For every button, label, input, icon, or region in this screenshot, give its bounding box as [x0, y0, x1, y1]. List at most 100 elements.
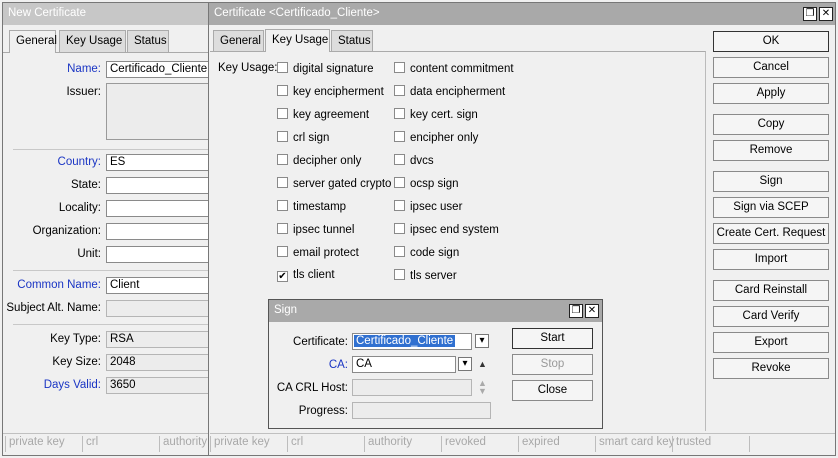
checkbox-box[interactable]: [394, 85, 405, 96]
restore-icon[interactable]: ❐: [803, 7, 817, 21]
status-expired: expired: [518, 436, 594, 452]
import-button[interactable]: Import: [713, 249, 829, 270]
checkbox-box[interactable]: [277, 223, 288, 234]
checkbox-email-protect[interactable]: email protect: [277, 246, 359, 259]
checkbox-content-commitment[interactable]: content commitment: [394, 62, 514, 75]
tab-key-usage[interactable]: Key Usage: [59, 30, 126, 52]
apply-button[interactable]: Apply: [713, 83, 829, 104]
locality-field[interactable]: [106, 200, 212, 217]
close-icon[interactable]: ✕: [585, 304, 599, 318]
revoke-button[interactable]: Revoke: [713, 358, 829, 379]
checkbox-encipher-only[interactable]: encipher only: [394, 131, 478, 144]
up-arrow-icon[interactable]: ▲: [478, 359, 487, 369]
checkbox-ipsec-tunnel[interactable]: ipsec tunnel: [277, 223, 354, 236]
subject-alt-name-field[interactable]: [106, 300, 212, 317]
checkbox-tls-server[interactable]: tls server: [394, 269, 457, 282]
issuer-field[interactable]: [106, 83, 212, 140]
certificate-select[interactable]: Certificado_Cliente: [352, 333, 472, 350]
checkbox-box[interactable]: [394, 177, 405, 188]
checkbox-box[interactable]: [277, 200, 288, 211]
remove-button[interactable]: Remove: [713, 140, 829, 161]
checkbox-box[interactable]: [394, 223, 405, 234]
card-verify-button[interactable]: Card Verify: [713, 306, 829, 327]
tab-general[interactable]: General: [9, 30, 57, 53]
common-name-field[interactable]: Client: [106, 277, 212, 294]
checkbox-timestamp[interactable]: timestamp: [277, 200, 346, 213]
copy-button[interactable]: Copy: [713, 114, 829, 135]
stop-button[interactable]: Stop: [512, 354, 593, 375]
card-reinstall-button[interactable]: Card Reinstall: [713, 280, 829, 301]
cancel-button[interactable]: Cancel: [713, 57, 829, 78]
progress-bar: [352, 402, 491, 419]
checkbox-box[interactable]: [277, 85, 288, 96]
checkbox-key-encipherment[interactable]: key encipherment: [277, 85, 384, 98]
checkbox-digital-signature[interactable]: digital signature: [277, 62, 374, 75]
key-size-field[interactable]: 2048: [106, 354, 212, 371]
restore-icon[interactable]: ❐: [569, 304, 583, 318]
sign-button[interactable]: Sign: [713, 171, 829, 192]
issuer-label: Issuer:: [66, 86, 101, 98]
checkbox-box[interactable]: [277, 154, 288, 165]
unit-field[interactable]: [106, 246, 212, 263]
checkbox-box[interactable]: [394, 131, 405, 142]
checkbox-key-cert-sign[interactable]: key cert. sign: [394, 108, 478, 121]
sign-via-scep-button[interactable]: Sign via SCEP: [713, 197, 829, 218]
divider: [13, 149, 211, 150]
ca-crl-host-field[interactable]: [352, 379, 472, 396]
left-status-bar: private key crl authority: [3, 433, 208, 453]
checkbox-tls-client[interactable]: ✔ tls client: [277, 269, 335, 282]
checkbox-ipsec-user[interactable]: ipsec user: [394, 200, 462, 213]
checkbox-label: timestamp: [293, 201, 347, 213]
progress-label: Progress:: [298, 405, 348, 417]
tab-status[interactable]: Status: [127, 30, 169, 52]
tab-status[interactable]: Status: [331, 30, 373, 52]
create-cert-request-button[interactable]: Create Cert. Request: [713, 223, 829, 244]
days-valid-field[interactable]: 3650: [106, 377, 212, 394]
checkbox-label: tls server: [410, 270, 457, 282]
checkbox-box[interactable]: [277, 246, 288, 257]
organization-field[interactable]: [106, 223, 212, 240]
checkbox-label: server gated crypto: [293, 178, 392, 190]
tab-key-usage[interactable]: Key Usage: [265, 29, 330, 52]
checkbox-key-agreement[interactable]: key agreement: [277, 108, 369, 121]
checkbox-server-gated-crypto[interactable]: server gated crypto: [277, 177, 391, 190]
checkbox-ocsp-sign[interactable]: ocsp sign: [394, 177, 459, 190]
checkbox-dvcs[interactable]: dvcs: [394, 154, 434, 167]
checkbox-decipher-only[interactable]: decipher only: [277, 154, 361, 167]
checkbox-box[interactable]: [277, 177, 288, 188]
checkbox-box[interactable]: [277, 131, 288, 142]
ca-select[interactable]: CA: [352, 356, 456, 373]
checkbox-data-encipherment[interactable]: data encipherment: [394, 85, 505, 98]
country-field[interactable]: ES: [106, 154, 212, 171]
name-field[interactable]: Certificado_Cliente: [106, 61, 212, 78]
checkbox-box[interactable]: [394, 108, 405, 119]
checkbox-box[interactable]: [394, 200, 405, 211]
status-trusted: trusted: [672, 436, 748, 452]
close-button[interactable]: Close: [512, 380, 593, 401]
checkbox-box[interactable]: [277, 62, 288, 73]
checkbox-crl-sign[interactable]: crl sign: [277, 131, 329, 144]
close-icon[interactable]: ✕: [819, 7, 833, 21]
ok-button[interactable]: OK: [713, 31, 829, 52]
checkbox-box[interactable]: ✔: [277, 271, 288, 282]
tab-general[interactable]: General: [213, 30, 264, 52]
divider: [13, 324, 211, 325]
checkbox-box[interactable]: [394, 154, 405, 165]
checkbox-box[interactable]: [394, 269, 405, 280]
state-field[interactable]: [106, 177, 212, 194]
dropdown-icon[interactable]: ▾: [458, 357, 472, 371]
start-button[interactable]: Start: [512, 328, 593, 349]
spin-icon[interactable]: ▲ ▼: [478, 379, 487, 396]
checkbox-label: ipsec end system: [410, 224, 499, 236]
checkbox-box[interactable]: [277, 108, 288, 119]
key-size-label: Key Size:: [52, 356, 101, 368]
checkbox-ipsec-end-system[interactable]: ipsec end system: [394, 223, 499, 236]
key-type-field[interactable]: RSA: [106, 331, 212, 348]
export-button[interactable]: Export: [713, 332, 829, 353]
organization-label: Organization:: [32, 225, 101, 237]
checkbox-box[interactable]: [394, 62, 405, 73]
dropdown-icon[interactable]: ▾: [475, 334, 489, 348]
checkbox-label: email protect: [293, 247, 359, 259]
checkbox-box[interactable]: [394, 246, 405, 257]
checkbox-code-sign[interactable]: code sign: [394, 246, 459, 259]
